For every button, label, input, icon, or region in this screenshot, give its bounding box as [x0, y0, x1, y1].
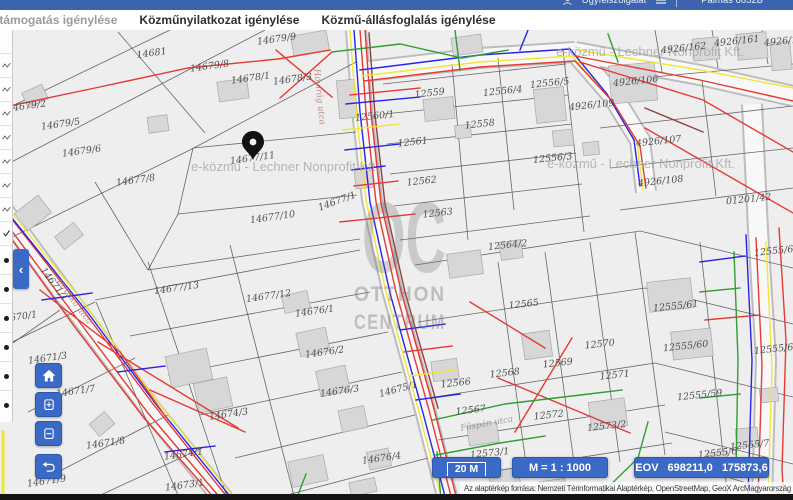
- dot-icon: [3, 257, 9, 263]
- ratio-label: M = 1 : 1000: [528, 461, 592, 474]
- undo-arrow-icon: [42, 461, 55, 472]
- plus-square-icon: [43, 398, 54, 410]
- main-navbar: éstámogatás igénylése Közműnyilatkozat i…: [0, 10, 793, 30]
- legend-row-squiggle[interactable]: [0, 77, 12, 101]
- legend-row-squiggle[interactable]: [0, 53, 12, 77]
- eov-y-value: 175873,6: [721, 461, 768, 474]
- app-window: e-közmű - Lechner Nonprofit Kft. e-közmű …: [0, 0, 793, 500]
- legend-row-squiggle[interactable]: [0, 149, 12, 173]
- eov-coordinates-button[interactable]: EOV 698211,0 175873,6: [634, 457, 769, 478]
- dot-icon: [3, 402, 9, 408]
- map-ratio-button[interactable]: M = 1 : 1000: [512, 457, 608, 478]
- person-icon: [563, 0, 572, 5]
- user-label[interactable]: Pálmás 6652B: [701, 0, 763, 6]
- dot-icon: [3, 315, 9, 321]
- scale-label: 20 M: [454, 463, 479, 475]
- panel-collapse-tab[interactable]: ‹: [13, 249, 29, 289]
- line-style-icon: [1, 207, 11, 212]
- layer-strip: [0, 30, 13, 422]
- map-canvas[interactable]: e-közmű - Lechner Nonprofit Kft. e-közmű …: [0, 0, 793, 500]
- eov-x-value: 698211,0: [667, 461, 713, 474]
- legend-row-dot[interactable]: [0, 303, 12, 332]
- watermark-lechner: e-közmű - Lechner Nonprofit Kft.: [547, 156, 735, 171]
- scale-bar-button[interactable]: 20 M: [432, 457, 501, 478]
- legend-row-squiggle[interactable]: [0, 101, 12, 125]
- eov-label: EOV: [635, 461, 659, 474]
- topbar-divider: [676, 0, 678, 7]
- line-style-icon: [1, 87, 11, 92]
- legend-row-dot[interactable]: [0, 332, 12, 361]
- dot-icon: [3, 286, 9, 292]
- support-link[interactable]: Ügyfélszolgálat: [582, 0, 646, 6]
- legend-row-dot[interactable]: [0, 274, 12, 303]
- bottom-black-bar: [0, 494, 793, 500]
- legend-row-dot[interactable]: [0, 245, 12, 274]
- home-button[interactable]: [35, 363, 62, 388]
- nav-item-kozmunyilatkozat[interactable]: Közműnyilatkozat igénylése: [139, 13, 299, 27]
- zoom-out-button[interactable]: [35, 421, 62, 446]
- house-icon: [42, 369, 55, 381]
- watermark-word: CENTRUM: [354, 311, 446, 334]
- line-style-icon: [1, 63, 11, 68]
- check-icon: [2, 230, 10, 237]
- legend-row-dot[interactable]: [0, 390, 12, 419]
- line-style-icon: [1, 159, 11, 164]
- legend-row-check[interactable]: [0, 221, 12, 245]
- watermark-word: OTTHON: [354, 283, 446, 306]
- zoom-in-button[interactable]: [35, 392, 62, 417]
- attribution-text: Az alaptérkép forrása: Nemzeti Térinform…: [464, 484, 791, 493]
- nav-item-allasfoglalas[interactable]: Közmű-állásfoglalás igénylése: [321, 13, 495, 27]
- line-style-icon: [1, 111, 11, 116]
- legend-row-squiggle[interactable]: [0, 173, 12, 197]
- minus-square-icon: [43, 427, 54, 439]
- watermark-lechner: e-közmű - Lechner Nonprofit Kft.: [191, 159, 379, 174]
- line-style-icon: [1, 183, 11, 188]
- dot-icon: [3, 373, 9, 379]
- chevron-left-icon: ‹: [18, 261, 24, 277]
- legend-row-dot[interactable]: [0, 361, 12, 390]
- undo-button[interactable]: [35, 454, 62, 479]
- nav-item-tamogatas[interactable]: éstámogatás igénylése: [0, 13, 117, 27]
- dot-icon: [3, 344, 9, 350]
- legend-row-squiggle[interactable]: [0, 197, 12, 221]
- legend-row-squiggle[interactable]: [0, 125, 12, 149]
- hamburger-icon[interactable]: [656, 0, 667, 4]
- top-account-bar: Ügyfélszolgálat Pálmás 6652B: [0, 0, 793, 10]
- watermark-logo: OC: [362, 182, 446, 294]
- line-style-icon: [1, 135, 11, 140]
